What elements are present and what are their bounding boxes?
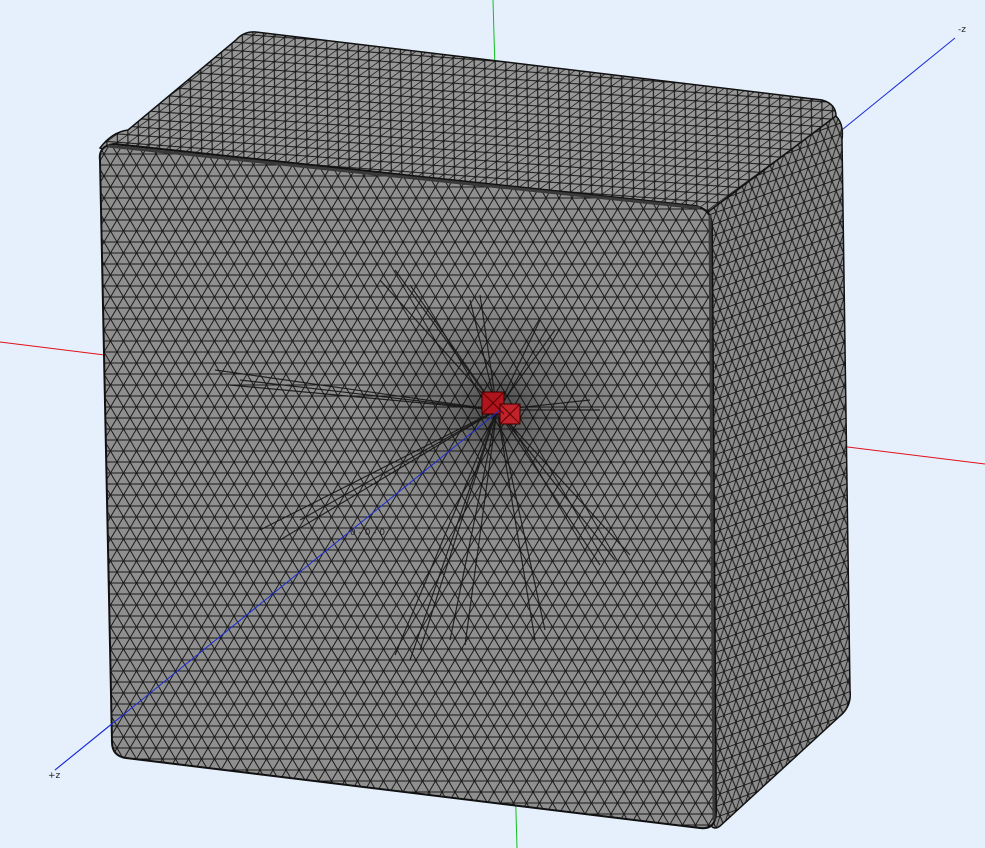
mesh-right-face: [707, 115, 852, 829]
axis-label-center: 0 - 0 - 0: [350, 528, 385, 538]
axis-label-pos-z: +z: [48, 771, 61, 781]
3d-viewport[interactable]: -z +z 0 - 0 - 0: [0, 0, 985, 848]
axis-label-neg-z: -z: [958, 25, 966, 35]
